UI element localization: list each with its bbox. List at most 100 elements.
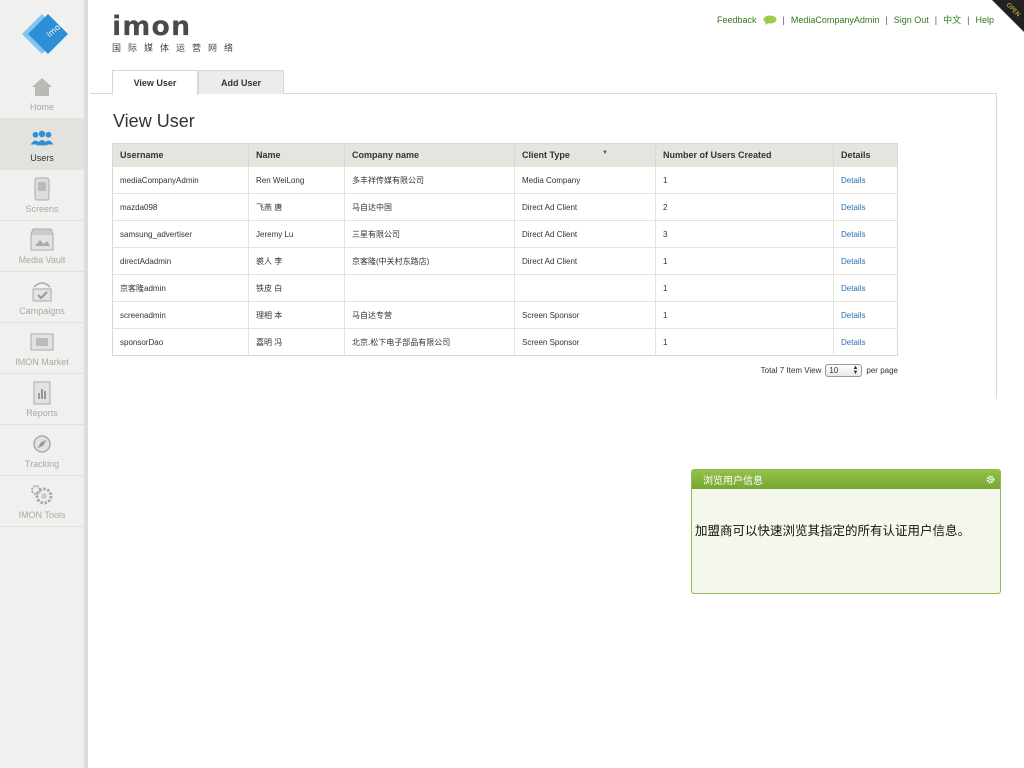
cell-users-created: 1 <box>655 328 834 356</box>
cell-company-name-text: 北京.松下电子部品有限公司 <box>352 337 451 347</box>
feedback-link[interactable]: Feedback <box>717 15 757 25</box>
select-arrows-icon: ▲ ▼ <box>852 364 859 376</box>
cell-username-text: mediaCompanyAdmin <box>120 175 199 185</box>
brand-subtitle: 国际媒体运营网络 <box>112 43 241 53</box>
cell-client-type-text: Media Company <box>522 175 581 185</box>
cell-name: 嘉明 冯 <box>248 328 345 356</box>
table-row: mediaCompanyAdmin Ren WeiLong 多丰祥传媒有限公司 Med… <box>112 166 898 194</box>
cell-client-type-text: Screen Sponsor <box>522 337 580 347</box>
cell-client-type-text: Direct Ad Client <box>522 202 578 212</box>
sort-arrow-icon[interactable]: ▼ <box>602 150 608 156</box>
cell-company-name-text: 马自达中国 <box>352 202 392 212</box>
language-link[interactable]: 中文 <box>943 13 961 26</box>
feedback-bubble-icon[interactable] <box>763 15 777 25</box>
cell-client-type-text: Direct Ad Client <box>522 229 578 239</box>
details-link[interactable]: Details <box>841 284 865 293</box>
cell-client-type-text: Direct Ad Client <box>522 256 578 266</box>
sidebar-item-label: Home <box>29 101 54 112</box>
reports-icon <box>29 381 55 405</box>
table-row: samsung_advertiser Jeremy Lu 三星有限公司 Direct … <box>112 220 898 248</box>
cell-company-name-text: 马自达专营 <box>352 310 392 320</box>
cell-client-type-text: Screen Sponsor <box>522 310 580 320</box>
cell-username-text: mazda098 <box>120 202 158 212</box>
details-link[interactable]: Details <box>841 176 865 185</box>
cell-company-name <box>344 274 515 302</box>
cell-name-text: Jeremy Lu <box>256 229 294 239</box>
details-link: Details <box>833 166 898 194</box>
sign-out-link[interactable]: Sign Out <box>894 15 929 25</box>
table-row: mazda098 飞燕 唐 马自达中国 Direct Ad Client 2 Detail… <box>112 193 898 221</box>
details-link: Details <box>833 193 898 221</box>
pager-total-label: Total 7 Item View <box>760 366 822 375</box>
details-link: Details <box>833 220 898 248</box>
cell-company-name-text: 多丰祥传媒有限公司 <box>352 175 424 185</box>
cell-company-name: 多丰祥传媒有限公司 <box>344 166 515 194</box>
cell-client-type: Screen Sponsor <box>514 328 656 356</box>
details-link[interactable]: Details <box>841 230 865 239</box>
details-link: Details <box>833 328 898 356</box>
cell-users-created: 1 <box>655 301 834 329</box>
gear-icon[interactable] <box>985 475 995 485</box>
sidebar-item-label: IMON Market <box>15 356 69 367</box>
sidebar-item-label: Users <box>30 152 54 163</box>
users-table: Username Name Company name Client Type ▼ … <box>112 143 898 356</box>
cell-users-created-text: 2 <box>663 202 668 212</box>
cell-username: sponsorDao <box>112 328 249 356</box>
open-corner-badge[interactable]: OPEN <box>984 0 1024 40</box>
details-link[interactable]: Details <box>841 203 865 212</box>
cell-name-text: 理相 本 <box>256 310 283 320</box>
cell-client-type: Media Company <box>514 166 656 194</box>
cell-name: 飞燕 唐 <box>248 193 345 221</box>
separator: | <box>967 14 970 25</box>
cell-client-type <box>514 274 656 302</box>
cell-users-created: 3 <box>655 220 834 248</box>
header-username[interactable]: Username <box>112 143 249 167</box>
sidebar-item-tracking[interactable]: Tracking <box>0 425 84 476</box>
per-page-select[interactable]: 10 ▲ ▼ <box>825 364 863 377</box>
table-row: directAdadmin 裘人 李 京客隆(中关村东路店) Direct Ad Cl… <box>112 247 898 275</box>
cell-users-created-text: 1 <box>663 175 668 185</box>
header-users-created[interactable]: Number of Users Created <box>655 143 834 167</box>
cell-users-created: 1 <box>655 274 834 302</box>
details-link: Details <box>833 274 898 302</box>
header-client-type[interactable]: Client Type ▼ <box>514 143 656 167</box>
cell-users-created: 2 <box>655 193 834 221</box>
cell-users-created-text: 1 <box>663 310 668 320</box>
details-link[interactable]: Details <box>841 311 865 320</box>
header-name[interactable]: Name <box>248 143 345 167</box>
per-page-value: 10 <box>829 366 839 375</box>
header-company-name[interactable]: Company name <box>344 143 515 167</box>
imon-logo-icon[interactable]: imon <box>12 12 72 56</box>
cell-name-text: Ren WeiLong <box>256 175 305 185</box>
sidebar-item-reports[interactable]: Reports <box>0 374 84 425</box>
sidebar-item-imon-tools[interactable]: IMON Tools <box>0 476 84 527</box>
details-link[interactable]: Details <box>841 338 865 347</box>
separator: | <box>934 14 938 25</box>
details-link: Details <box>833 301 898 329</box>
sidebar-item-campaigns[interactable]: Campaigns <box>0 272 84 323</box>
brand: imon 国际媒体运营网络 <box>112 13 241 54</box>
details-link: Details <box>833 247 898 275</box>
table-row: screenadmin 理相 本 马自达专营 Screen Sponsor 1 Detai… <box>112 301 898 329</box>
sidebar-item-imon-market[interactable]: IMON Market <box>0 323 84 374</box>
cell-company-name: 北京.松下电子部品有限公司 <box>344 328 515 356</box>
cell-users-created: 1 <box>655 166 834 194</box>
tab-bar: View User Add User <box>112 70 284 95</box>
cell-username: samsung_advertiser <box>112 220 249 248</box>
sidebar-item-home[interactable]: Home <box>0 68 84 119</box>
cell-name: 铁皮 白 <box>248 274 345 302</box>
sidebar-item-users[interactable]: Users <box>0 119 84 170</box>
cell-name: 裘人 李 <box>248 247 345 275</box>
tab-view-user[interactable]: View User <box>112 70 198 95</box>
pager: Total 7 Item View 10 ▲ ▼ per page <box>761 364 898 377</box>
tools-icon <box>29 483 55 507</box>
cell-username-text: directAdadmin <box>120 256 172 266</box>
tab-add-user[interactable]: Add User <box>198 70 284 94</box>
separator: | <box>885 14 888 25</box>
user-link[interactable]: MediaCompanyAdmin <box>791 15 880 25</box>
table-row: sponsorDao 嘉明 冯 北京.松下电子部品有限公司 Screen Sponso… <box>112 328 898 356</box>
sidebar-item-media-vault[interactable]: Media Vault <box>0 221 84 272</box>
sidebar-item-screens[interactable]: Screens <box>0 170 84 221</box>
cell-users-created: 1 <box>655 247 834 275</box>
details-link[interactable]: Details <box>841 257 865 266</box>
